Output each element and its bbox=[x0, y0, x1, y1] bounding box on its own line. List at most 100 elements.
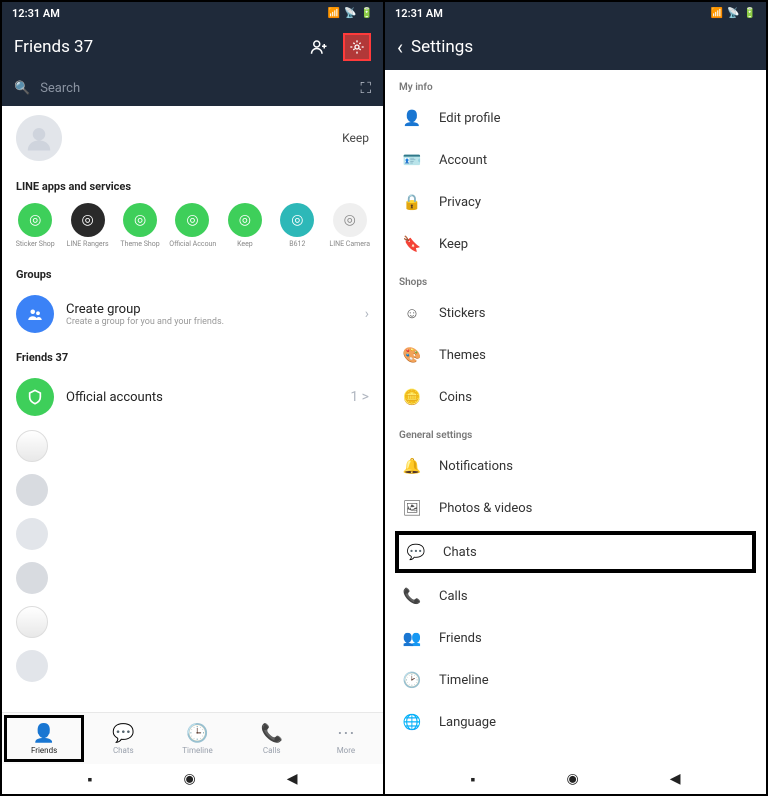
search-icon: 🔍 bbox=[14, 81, 30, 96]
friends-header: Friends 37 bbox=[2, 24, 383, 70]
nav-back-icon[interactable]: ◀ bbox=[287, 771, 298, 787]
apps-row: ◎Sticker Shop◎LINE Rangers◎Theme Shop◎Of… bbox=[2, 199, 383, 258]
settings-keep[interactable]: 🔖 Keep bbox=[385, 223, 766, 265]
add-friend-icon[interactable] bbox=[305, 33, 333, 61]
app-label: Theme Shop bbox=[120, 240, 159, 248]
settings-account[interactable]: 🪪 Account bbox=[385, 139, 766, 181]
app-item[interactable]: ◎ LINE Camera bbox=[327, 203, 373, 248]
wifi-icon: 📡 bbox=[727, 8, 739, 19]
friend-avatar bbox=[16, 474, 48, 506]
phone-friends: 12:31 AM 📶 📡 🔋 Friends 37 🔍 Search ⛶ bbox=[2, 2, 385, 794]
friends-title: Friends 37 bbox=[14, 37, 305, 57]
tab-timeline[interactable]: 🕒 Timeline bbox=[160, 713, 234, 764]
app-icon: ◎ bbox=[228, 203, 262, 237]
app-item[interactable]: ◎Keep bbox=[222, 203, 268, 248]
tab-label: Calls bbox=[263, 746, 281, 755]
friend-row[interactable] bbox=[2, 556, 383, 600]
item-label: Notifications bbox=[439, 459, 513, 474]
app-icon: ◎ bbox=[123, 203, 157, 237]
friend-row[interactable] bbox=[2, 468, 383, 512]
bottom-tabs: 👤 Friends 💬 Chats 🕒 Timeline 📞 Calls ⋯ M… bbox=[2, 712, 383, 764]
my-profile-row[interactable]: Keep bbox=[2, 106, 383, 170]
settings-timeline[interactable]: 🕑 Timeline bbox=[385, 659, 766, 701]
friend-row[interactable] bbox=[2, 644, 383, 688]
nav-recent-icon[interactable]: ▪ bbox=[471, 771, 476, 788]
status-icons: 📶 📡 🔋 bbox=[328, 8, 373, 19]
myinfo-section: My info bbox=[385, 70, 766, 97]
friend-row[interactable] bbox=[2, 512, 383, 556]
item-label: Photos & videos bbox=[439, 501, 532, 516]
more-tab-icon: ⋯ bbox=[337, 723, 355, 744]
item-label: Stickers bbox=[439, 306, 485, 321]
tab-calls[interactable]: 📞 Calls bbox=[235, 713, 309, 764]
settings-gear-icon[interactable] bbox=[343, 33, 371, 61]
settings-language[interactable]: 🌐 Language bbox=[385, 701, 766, 743]
nav-recent-icon[interactable]: ▪ bbox=[88, 771, 93, 788]
timeline-tab-icon: 🕒 bbox=[186, 723, 208, 744]
app-icon: ◎ bbox=[280, 203, 314, 237]
item-label: Coins bbox=[439, 390, 472, 405]
globe-icon: 🌐 bbox=[401, 713, 423, 731]
qr-scan-icon[interactable]: ⛶ bbox=[360, 79, 371, 97]
app-icon: ◎ bbox=[333, 203, 367, 237]
item-label: Privacy bbox=[439, 195, 481, 210]
tab-label: Friends bbox=[31, 746, 57, 755]
settings-coins[interactable]: 🪙 Coins bbox=[385, 376, 766, 418]
nav-back-icon[interactable]: ◀ bbox=[670, 771, 681, 787]
settings-stickers[interactable]: ☺ Stickers bbox=[385, 292, 766, 334]
friends-tab-icon: 👤 bbox=[33, 723, 55, 744]
app-label: Sticker Shop bbox=[16, 240, 55, 248]
tab-more[interactable]: ⋯ More bbox=[309, 713, 383, 764]
friend-avatar bbox=[16, 650, 48, 682]
official-accounts-row[interactable]: Official accounts 1 > bbox=[2, 370, 383, 424]
nav-home-icon[interactable]: ◉ bbox=[183, 771, 195, 787]
tab-chats[interactable]: 💬 Chats bbox=[86, 713, 160, 764]
friend-row[interactable] bbox=[2, 424, 383, 468]
item-label: Account bbox=[439, 153, 487, 168]
item-label: Keep bbox=[439, 237, 468, 252]
tab-friends[interactable]: 👤 Friends bbox=[4, 715, 84, 762]
app-item[interactable]: ◎B612 bbox=[274, 203, 320, 248]
shops-section: Shops bbox=[385, 265, 766, 292]
create-group-row[interactable]: Create group Create a group for you and … bbox=[2, 287, 383, 341]
app-label: LINE Camera bbox=[329, 240, 370, 248]
friends-content: Keep LINE apps and services ◎Sticker Sho… bbox=[2, 106, 383, 712]
keep-label[interactable]: Keep bbox=[342, 131, 369, 145]
status-icons: 📶 📡 🔋 bbox=[711, 8, 756, 19]
calls-tab-icon: 📞 bbox=[261, 723, 283, 744]
settings-notifications[interactable]: 🔔 Notifications bbox=[385, 445, 766, 487]
search-row[interactable]: 🔍 Search ⛶ bbox=[2, 70, 383, 106]
wifi-icon: 📡 bbox=[344, 8, 356, 19]
people-icon: 👥 bbox=[401, 629, 423, 647]
avatar bbox=[16, 115, 62, 161]
create-group-sub: Create a group for you and your friends. bbox=[66, 317, 353, 327]
settings-privacy[interactable]: 🔒 Privacy bbox=[385, 181, 766, 223]
android-nav-bar: ▪ ◉ ◀ bbox=[385, 764, 766, 794]
settings-chats[interactable]: 💬 Chats bbox=[395, 531, 756, 573]
id-icon: 🪪 bbox=[401, 151, 423, 169]
settings-photos-videos[interactable]: 🖼 Photos & videos bbox=[385, 487, 766, 529]
chats-tab-icon: 💬 bbox=[112, 723, 134, 744]
nav-home-icon[interactable]: ◉ bbox=[566, 771, 578, 787]
friend-row[interactable] bbox=[2, 600, 383, 644]
back-icon[interactable]: ‹ bbox=[397, 35, 403, 59]
app-item[interactable]: ◎Official Accoun... bbox=[169, 203, 215, 248]
coin-icon: 🪙 bbox=[401, 388, 423, 406]
settings-friends[interactable]: 👥 Friends bbox=[385, 617, 766, 659]
apps-section-header: LINE apps and services bbox=[2, 170, 383, 199]
settings-title: Settings bbox=[411, 37, 754, 57]
friend-avatar bbox=[16, 430, 48, 462]
official-title: Official accounts bbox=[66, 390, 338, 405]
settings-calls[interactable]: 📞 Calls bbox=[385, 575, 766, 617]
app-item[interactable]: ◎Sticker Shop bbox=[12, 203, 58, 248]
app-item[interactable]: ◎ Theme Shop bbox=[117, 203, 163, 248]
settings-content: My info 👤 Edit profile 🪪 Account 🔒 Priva… bbox=[385, 70, 766, 764]
settings-themes[interactable]: 🎨 Themes bbox=[385, 334, 766, 376]
settings-edit-profile[interactable]: 👤 Edit profile bbox=[385, 97, 766, 139]
app-item[interactable]: ◎LINE Rangers bbox=[64, 203, 110, 248]
theme-icon: 🎨 bbox=[401, 346, 423, 364]
signal-icon: 📶 bbox=[711, 8, 723, 19]
smile-icon: ☺ bbox=[401, 304, 423, 322]
status-time: 12:31 AM bbox=[395, 7, 443, 20]
item-label: Edit profile bbox=[439, 111, 501, 126]
